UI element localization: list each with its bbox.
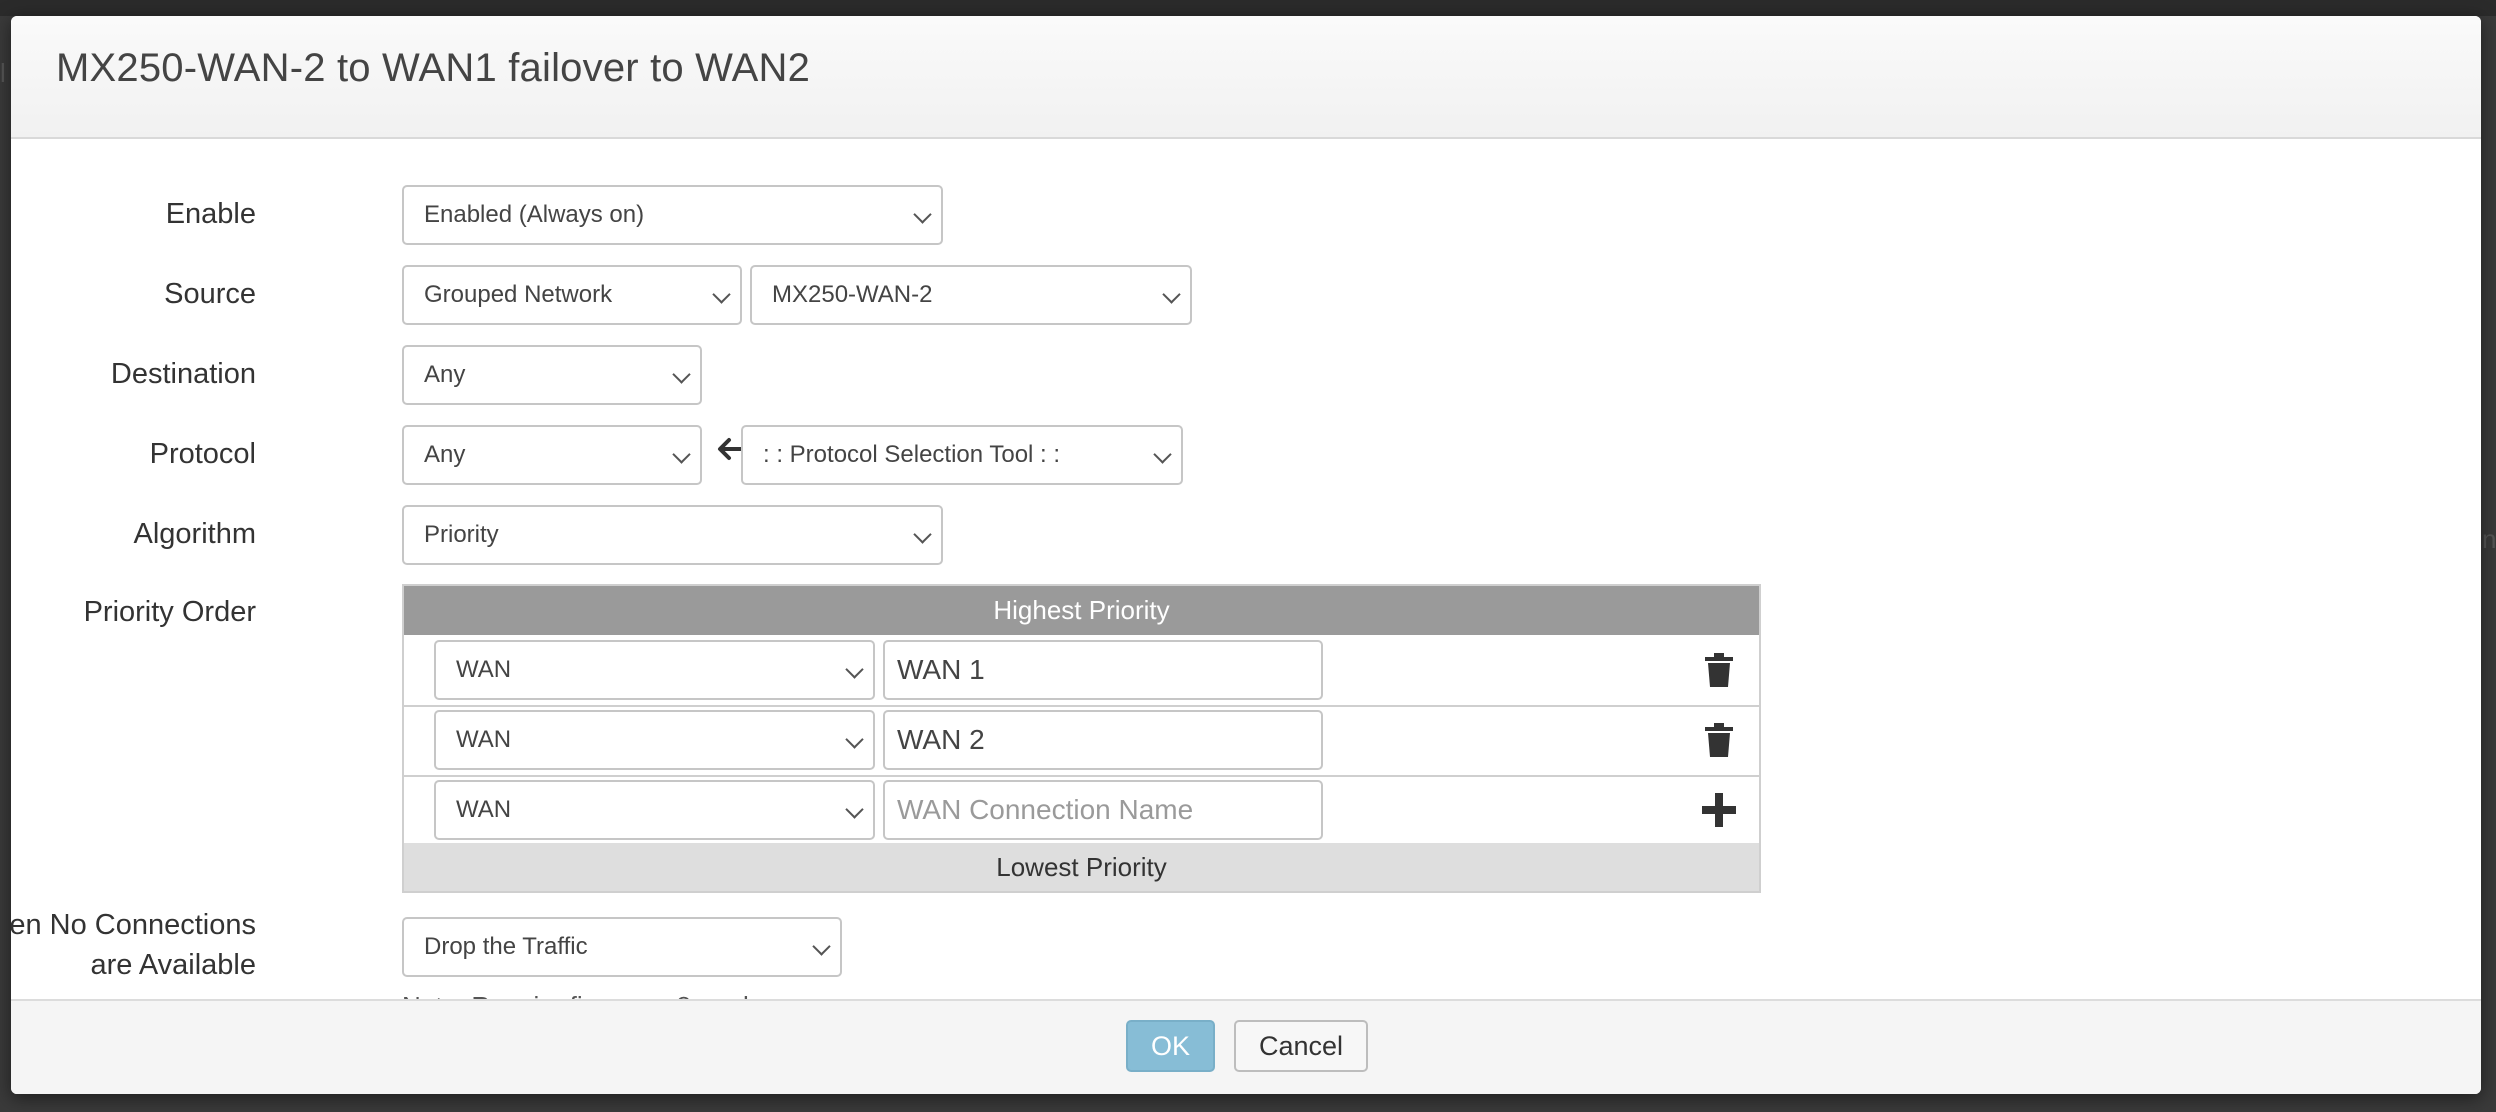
background-edge-glyph: n (2482, 524, 2496, 554)
protocol-selection-tool-value: : : Protocol Selection Tool : : (763, 441, 1061, 468)
chevron-down-icon (845, 660, 864, 679)
priority-row: WAN (404, 705, 1759, 777)
priority-row-type-select[interactable]: WAN (434, 710, 875, 770)
chevron-down-icon (672, 365, 691, 384)
no-connections-label-line2: are Available (90, 949, 256, 981)
wan-connection-name-input[interactable] (883, 710, 1323, 770)
destination-label: Destination (110, 358, 256, 390)
modal-title: MX250-WAN-2 to WAN1 failover to WAN2 (56, 46, 811, 90)
modal-body: Enable Enabled (Always on) Source Groupe… (11, 139, 2481, 1021)
highest-priority-header: Highest Priority (404, 586, 1759, 635)
priority-row-type-value: WAN (456, 656, 512, 683)
enable-select-value: Enabled (Always on) (424, 201, 645, 228)
destination-select-value: Any (424, 361, 466, 388)
chevron-down-icon (672, 445, 691, 464)
protocol-label: Protocol (149, 438, 256, 470)
modal-header: MX250-WAN-2 to WAN1 failover to WAN2 (11, 16, 2481, 139)
source-label: Source (164, 278, 256, 310)
lowest-priority-footer: Lowest Priority (404, 843, 1759, 891)
chevron-down-icon (1162, 285, 1181, 304)
source-type-value: Grouped Network (424, 281, 613, 308)
priority-row: WAN (404, 775, 1759, 845)
no-connections-select-value: Drop the Traffic (424, 933, 588, 960)
source-type-select[interactable]: Grouped Network (402, 265, 742, 325)
algorithm-select[interactable]: Priority (402, 505, 943, 565)
source-network-select[interactable]: MX250-WAN-2 (750, 265, 1192, 325)
enable-select[interactable]: Enabled (Always on) (402, 185, 943, 245)
trash-icon[interactable] (1704, 723, 1734, 757)
algorithm-label: Algorithm (133, 518, 257, 550)
priority-row-type-value: WAN (456, 796, 512, 823)
background-app (0, 0, 2496, 16)
chevron-down-icon (1153, 445, 1172, 464)
algorithm-select-value: Priority (424, 521, 499, 548)
priority-row-type-select[interactable]: WAN (434, 780, 875, 840)
protocol-select[interactable]: Any (402, 425, 702, 485)
protocol-select-value: Any (424, 441, 466, 468)
wan-connection-name-input[interactable] (883, 780, 1323, 840)
chevron-down-icon (712, 285, 731, 304)
priority-row-type-select[interactable]: WAN (434, 640, 875, 700)
modal-dialog: MX250-WAN-2 to WAN1 failover to WAN2 Ena… (11, 16, 2481, 1094)
plus-icon[interactable] (1702, 793, 1736, 827)
chevron-down-icon (845, 730, 864, 749)
priority-row-type-value: WAN (456, 726, 512, 753)
priority-order-table: Highest Priority WAN WAN 1 WAN WAN 2 WAN… (402, 584, 1761, 893)
no-connections-label-line1: When No Connections (11, 909, 256, 941)
protocol-selection-tool-select[interactable]: : : Protocol Selection Tool : : (741, 425, 1183, 485)
chevron-down-icon (845, 800, 864, 819)
chevron-down-icon (913, 525, 932, 544)
trash-icon[interactable] (1704, 653, 1734, 687)
destination-select[interactable]: Any (402, 345, 702, 405)
priority-row: WAN (404, 635, 1759, 707)
enable-label: Enable (165, 198, 256, 230)
priority-order-label: Priority Order (83, 596, 256, 628)
wan-connection-name-input[interactable] (883, 640, 1323, 700)
source-network-value: MX250-WAN-2 (772, 281, 933, 308)
ok-button[interactable]: OK (1126, 1020, 1215, 1072)
no-connections-select[interactable]: Drop the Traffic (402, 917, 842, 977)
cancel-button[interactable]: Cancel (1234, 1020, 1368, 1072)
chevron-down-icon (812, 937, 831, 956)
chevron-down-icon (913, 205, 932, 224)
background-edge-glyph: l (0, 58, 6, 88)
